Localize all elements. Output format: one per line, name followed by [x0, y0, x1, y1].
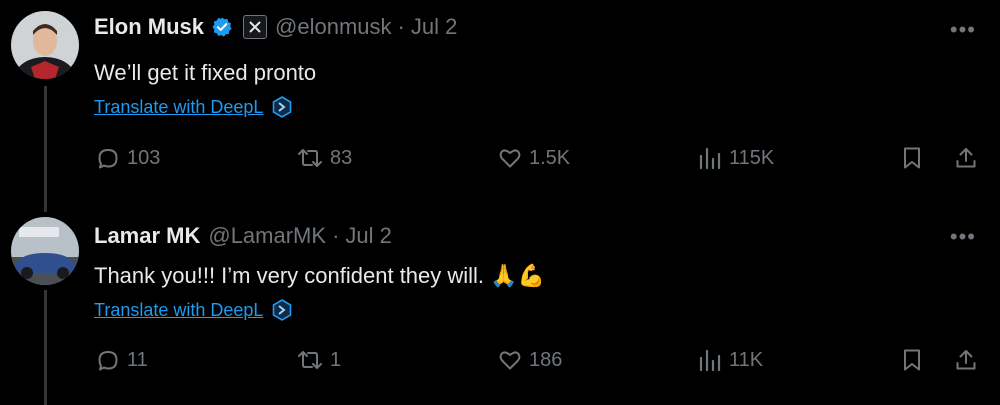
- x-logo-icon[interactable]: [243, 15, 268, 39]
- tweet-text: We’ll get it fixed pronto: [94, 60, 317, 85]
- separator: ·: [397, 14, 405, 39]
- tweet-header: Lamar MK @LamarMK · Jul 2: [94, 223, 392, 249]
- retweet-count: 83: [330, 146, 353, 169]
- retweet-button[interactable]: 1: [297, 348, 341, 372]
- tweet-header: Elon Musk @elonmusk · Jul 2: [94, 14, 457, 40]
- translate-link[interactable]: Translate with DeepL: [94, 300, 263, 321]
- heart-icon: [499, 351, 521, 370]
- reply-count: 11: [127, 348, 148, 371]
- avatar[interactable]: [11, 217, 79, 285]
- verified-badge-icon[interactable]: [211, 16, 233, 38]
- reply-button[interactable]: 11: [96, 348, 148, 372]
- separator: ·: [332, 223, 340, 248]
- handle[interactable]: @LamarMK: [208, 223, 326, 249]
- display-name[interactable]: Lamar MK: [94, 223, 200, 249]
- avatar[interactable]: [11, 11, 79, 79]
- like-button[interactable]: 186: [498, 348, 562, 372]
- deepl-icon: [271, 96, 293, 118]
- reply-icon: [98, 149, 118, 169]
- reply-icon: [98, 351, 118, 371]
- share-button[interactable]: [954, 146, 985, 170]
- views-button[interactable]: 11K: [698, 348, 763, 372]
- tweet[interactable]: Elon Musk @elonmusk · Jul 2 ••• We’ll ge…: [0, 0, 1000, 205]
- views-icon: [699, 349, 721, 372]
- like-button[interactable]: 1.5K: [498, 146, 570, 170]
- timestamp[interactable]: Jul 2: [345, 223, 391, 249]
- translate-row: Translate with DeepL: [94, 96, 293, 118]
- tweet-text: Thank you!!! I’m very confident they wil…: [94, 263, 485, 288]
- bookmark-button[interactable]: [901, 348, 930, 372]
- retweet-icon: [298, 149, 322, 167]
- share-icon: [956, 350, 976, 370]
- retweet-icon: [298, 351, 322, 369]
- views-icon: [699, 147, 721, 170]
- retweet-count: 1: [330, 348, 342, 371]
- bookmark-icon: [904, 349, 920, 371]
- display-name[interactable]: Elon Musk: [94, 14, 204, 40]
- heart-icon: [499, 149, 521, 168]
- views-count: 11K: [729, 348, 764, 371]
- bookmark-icon: [904, 147, 920, 169]
- action-bar: 11 1 186 11K: [0, 348, 1000, 378]
- deepl-icon: [271, 299, 293, 321]
- like-count: 186: [529, 348, 563, 371]
- timestamp[interactable]: Jul 2: [411, 14, 457, 40]
- reply-count: 103: [127, 146, 161, 169]
- bookmark-button[interactable]: [901, 146, 930, 170]
- translate-row: Translate with DeepL: [94, 299, 293, 321]
- reply-button[interactable]: 103: [96, 146, 160, 170]
- like-count: 1.5K: [529, 146, 571, 169]
- tweet-text-row: Thank you!!! I’m very confident they wil…: [94, 263, 545, 289]
- share-button[interactable]: [954, 348, 985, 372]
- views-count: 115K: [729, 146, 775, 169]
- translate-link[interactable]: Translate with DeepL: [94, 97, 263, 118]
- more-options-icon[interactable]: •••: [950, 224, 976, 250]
- more-options-icon[interactable]: •••: [950, 17, 976, 43]
- tweet[interactable]: Lamar MK @LamarMK · Jul 2 ••• Thank you!…: [0, 205, 1000, 405]
- emoji: 🙏💪: [490, 263, 545, 288]
- action-bar: 103 83 1.5K 115K: [0, 146, 1000, 176]
- retweet-button[interactable]: 83: [297, 146, 352, 170]
- views-button[interactable]: 115K: [698, 146, 774, 170]
- handle[interactable]: @elonmusk: [275, 14, 392, 40]
- share-icon: [956, 148, 976, 168]
